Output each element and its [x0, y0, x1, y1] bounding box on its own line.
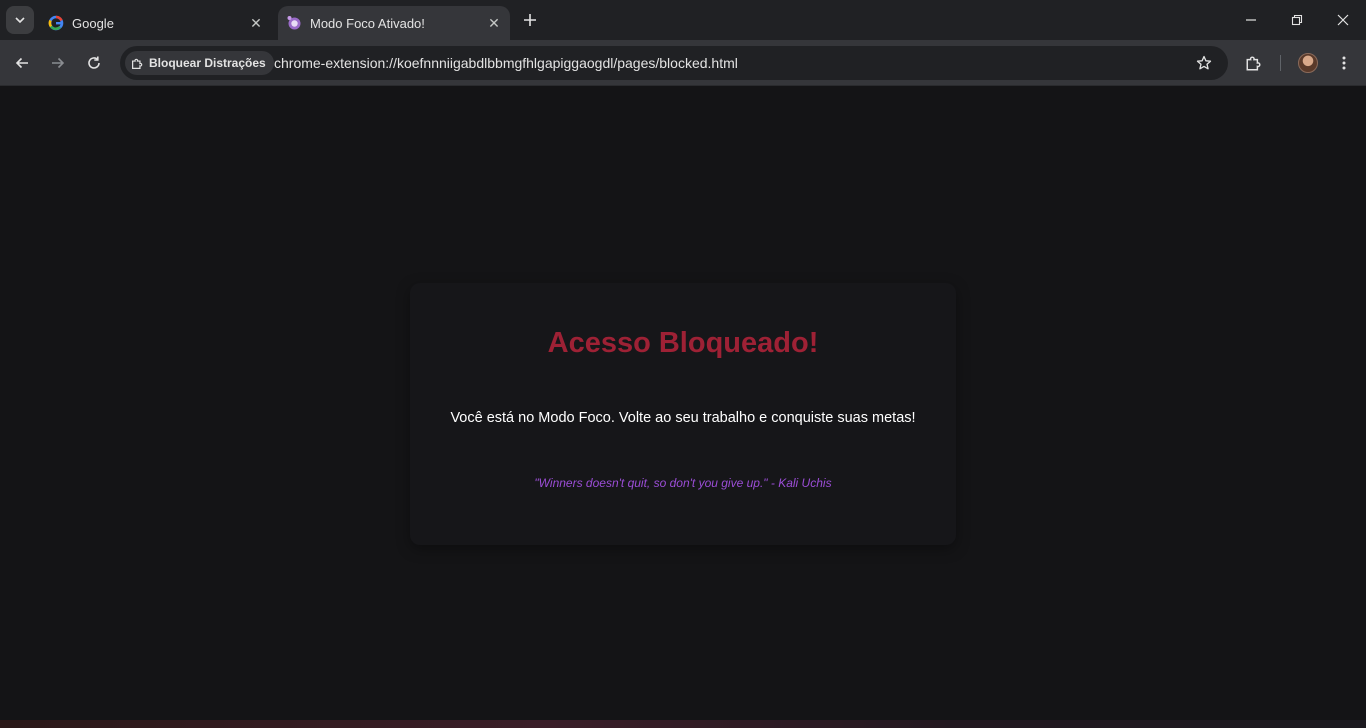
address-bar[interactable]: Bloquear Distrações chrome-extension://k… — [120, 46, 1228, 80]
star-icon — [1196, 55, 1212, 70]
taskbar-edge — [0, 720, 1366, 728]
close-icon[interactable]: ✕ — [246, 13, 266, 33]
minimize-button[interactable] — [1228, 0, 1274, 40]
browser-toolbar: Bloquear Distrações chrome-extension://k… — [0, 40, 1366, 86]
more-vertical-icon — [1342, 56, 1346, 70]
close-icon[interactable]: ✕ — [484, 13, 504, 33]
arrow-left-icon — [15, 57, 28, 69]
minimize-icon — [1246, 19, 1256, 21]
arrow-right-icon — [52, 57, 65, 69]
tab-google[interactable]: Google ✕ — [40, 6, 272, 40]
extension-purple-icon — [287, 16, 301, 30]
restore-button[interactable] — [1274, 0, 1320, 40]
focus-message: Você está no Modo Foco. Volte ao seu tra… — [450, 410, 916, 426]
tab-modo-foco[interactable]: Modo Foco Ativado! ✕ — [278, 6, 510, 40]
close-window-button[interactable] — [1320, 0, 1366, 40]
page-title: Acesso Bloqueado! — [547, 327, 819, 359]
restore-icon — [1291, 14, 1303, 26]
motivational-quote: "Winners doesn't quit, so don't you give… — [534, 476, 832, 490]
toolbar-separator — [1280, 55, 1281, 71]
reload-icon — [88, 56, 100, 69]
reload-button[interactable] — [80, 49, 108, 77]
tab-title: Google — [72, 15, 114, 31]
extensions-button[interactable] — [1240, 49, 1268, 77]
puzzle-icon — [1246, 56, 1261, 71]
tab-title: Modo Foco Ativado! — [310, 15, 425, 31]
close-icon — [1337, 14, 1349, 26]
extension-chip-label: Bloquear Distrações — [149, 56, 266, 70]
bookmark-star-button[interactable] — [1192, 51, 1216, 75]
back-button[interactable] — [8, 49, 36, 77]
new-tab-button[interactable] — [518, 8, 542, 32]
tab-search-button[interactable] — [6, 6, 34, 34]
menu-button[interactable] — [1330, 49, 1358, 77]
url-text[interactable]: chrome-extension://koefnnniigabdlbbmgfhl… — [274, 55, 738, 71]
plus-icon — [524, 14, 536, 26]
avatar — [1298, 53, 1318, 73]
google-g-icon — [48, 15, 64, 31]
chevron-down-icon — [15, 17, 25, 24]
profile-button[interactable] — [1294, 49, 1322, 77]
page-content: Acesso Bloqueado! Você está no Modo Foco… — [0, 87, 1366, 720]
tab-strip: Google ✕ Modo Foco Ativado! ✕ — [0, 0, 1366, 40]
puzzle-icon — [132, 58, 143, 69]
extension-chip[interactable]: Bloquear Distrações — [125, 51, 274, 75]
forward-button[interactable] — [44, 49, 72, 77]
